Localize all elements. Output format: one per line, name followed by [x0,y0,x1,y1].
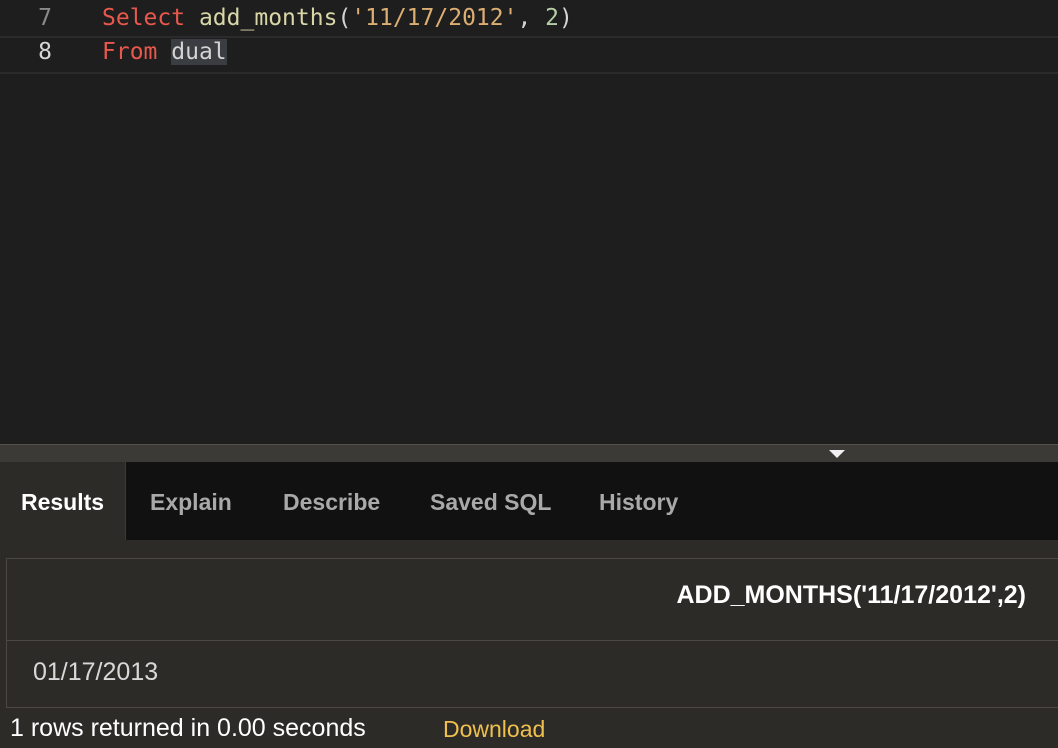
selected-text-token: dual [171,39,227,65]
keyword-token: From [102,39,158,65]
line-number: 8 [38,39,52,65]
code-text: Select add_months('11/17/2012', 2) [102,4,573,32]
table-header: ADD_MONTHS('11/17/2012',2) [7,559,1058,641]
tab-history[interactable]: History [599,462,678,540]
table-row[interactable]: 01/17/2013 [7,641,1058,707]
number-token: 2 [545,5,560,31]
results-table: ADD_MONTHS('11/17/2012',2) 01/17/2013 [6,558,1058,708]
tab-results[interactable]: Results [0,462,126,540]
string-token: '11/17/2012' [351,5,518,31]
function-token: add_months [198,5,338,31]
tab-explain[interactable]: Explain [150,462,232,540]
pane-splitter[interactable] [0,444,1058,463]
paren-open-token: ( [337,5,352,31]
tab-saved-sql[interactable]: Saved SQL [430,462,551,540]
download-link[interactable]: Download [443,716,545,743]
results-panel: ADD_MONTHS('11/17/2012',2) 01/17/2013 1 … [0,540,1058,748]
keyword-token: Select [102,5,186,31]
code-line-7[interactable]: 7 Select add_months('11/17/2012', 2) [0,0,1058,34]
sql-editor[interactable]: 7 Select add_months('11/17/2012', 2) 8 F… [0,0,1058,444]
line-number: 7 [38,5,52,31]
tab-describe[interactable]: Describe [283,462,380,540]
paren-close-token: ) [559,5,573,31]
column-header[interactable]: ADD_MONTHS('11/17/2012',2) [676,581,1026,610]
comma-token: , [517,5,546,31]
code-text: From dual [102,38,227,66]
result-tabs: Results Explain Describe Saved SQL Histo… [0,462,1058,540]
rows-returned-status: 1 rows returned in 0.00 seconds [10,714,366,742]
collapse-arrow-icon[interactable] [829,450,845,458]
table-cell: 01/17/2013 [33,658,159,686]
code-line-8[interactable]: 8 From dual [0,36,1058,74]
